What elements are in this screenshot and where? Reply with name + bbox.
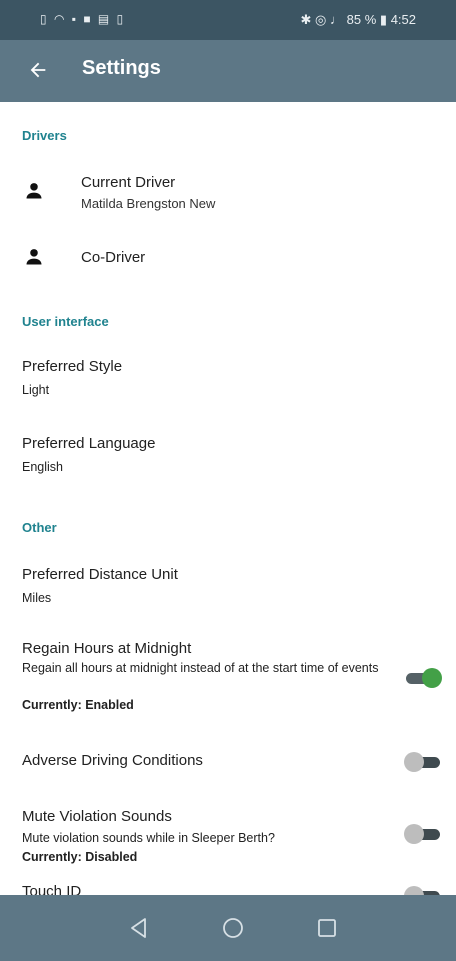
section-header-user-interface: User interface [22,314,109,329]
mute-violation-state: Currently: Disabled [22,850,138,864]
status-icons-left: ▯ ◠ ▪ ■ ▤ ▯ [40,12,126,26]
touch-id-switch[interactable] [404,886,442,895]
battery-icon: ▮ [379,12,388,27]
navigation-bar [0,895,456,961]
touch-id-item[interactable]: Touch ID [0,883,456,895]
status-bar: ▯ ◠ ▪ ■ ▤ ▯ ✱ ◎ ♩ 85 % ▮ 4:52 [0,0,456,40]
touch-id-title: Touch ID [22,883,82,895]
nav-recents-button[interactable] [314,915,340,941]
adverse-driving-title: Adverse Driving Conditions [22,752,203,769]
back-button[interactable] [22,54,54,86]
section-header-drivers: Drivers [22,128,67,143]
regain-hours-switch[interactable] [404,668,442,688]
person-icon [26,249,42,265]
preferred-language-item[interactable]: Preferred Language English [0,435,456,485]
section-header-other: Other [22,520,57,535]
arrow-back-icon [30,62,46,78]
status-icons-right: ✱ ◎ ♩ 85 % ▮ 4:52 [301,12,416,28]
preferred-distance-unit-value: Miles [22,591,52,605]
preferred-distance-unit-item[interactable]: Preferred Distance Unit Miles [0,566,456,616]
preferred-style-value: Light [22,383,50,397]
regain-hours-title: Regain Hours at Midnight [22,640,192,657]
regain-hours-state: Currently: Enabled [22,698,134,712]
mute-violation-title: Mute Violation Sounds [22,808,172,825]
switch-thumb [404,824,424,844]
adverse-driving-switch[interactable] [404,752,442,772]
switch-thumb [404,886,424,895]
app-bar: Settings [0,40,456,102]
current-driver-item[interactable]: Current Driver Matilda Brengston New [0,166,456,226]
preferred-style-title: Preferred Style [22,358,123,375]
mute-icon: ♩ [330,12,344,27]
nav-back-button[interactable] [126,915,152,941]
co-driver-title: Co-Driver [81,249,146,266]
bluetooth-icon: ✱ [300,12,312,27]
regain-hours-item[interactable]: Regain Hours at Midnight Regain all hour… [0,640,456,720]
preferred-distance-unit-title: Preferred Distance Unit [22,566,178,583]
regain-hours-summary: Regain all hours at midnight instead of … [22,661,379,675]
preferred-style-item[interactable]: Preferred Style Light [0,358,456,408]
switch-thumb [422,668,442,688]
mute-violation-item[interactable]: Mute Violation Sounds Mute violation sou… [0,808,456,872]
settings-list[interactable]: Drivers Current Driver Matilda Brengston… [0,102,456,895]
co-driver-item[interactable]: Co-Driver [0,232,456,292]
status-time: 4:52 [390,12,416,27]
adverse-driving-item[interactable]: Adverse Driving Conditions [0,752,456,782]
current-driver-title: Current Driver [81,174,176,191]
switch-thumb [404,752,424,772]
mute-violation-switch[interactable] [404,824,442,844]
preferred-language-value: English [22,460,63,474]
page-title: Settings [82,57,161,79]
battery-percent: 85 % [346,12,377,27]
nav-home-button[interactable] [220,915,246,941]
preferred-language-title: Preferred Language [22,435,156,452]
mute-violation-summary: Mute violation sounds while in Sleeper B… [22,831,275,845]
current-driver-name: Matilda Brengston New [81,196,216,211]
location-icon: ◎ [315,12,327,27]
person-icon [26,183,42,199]
